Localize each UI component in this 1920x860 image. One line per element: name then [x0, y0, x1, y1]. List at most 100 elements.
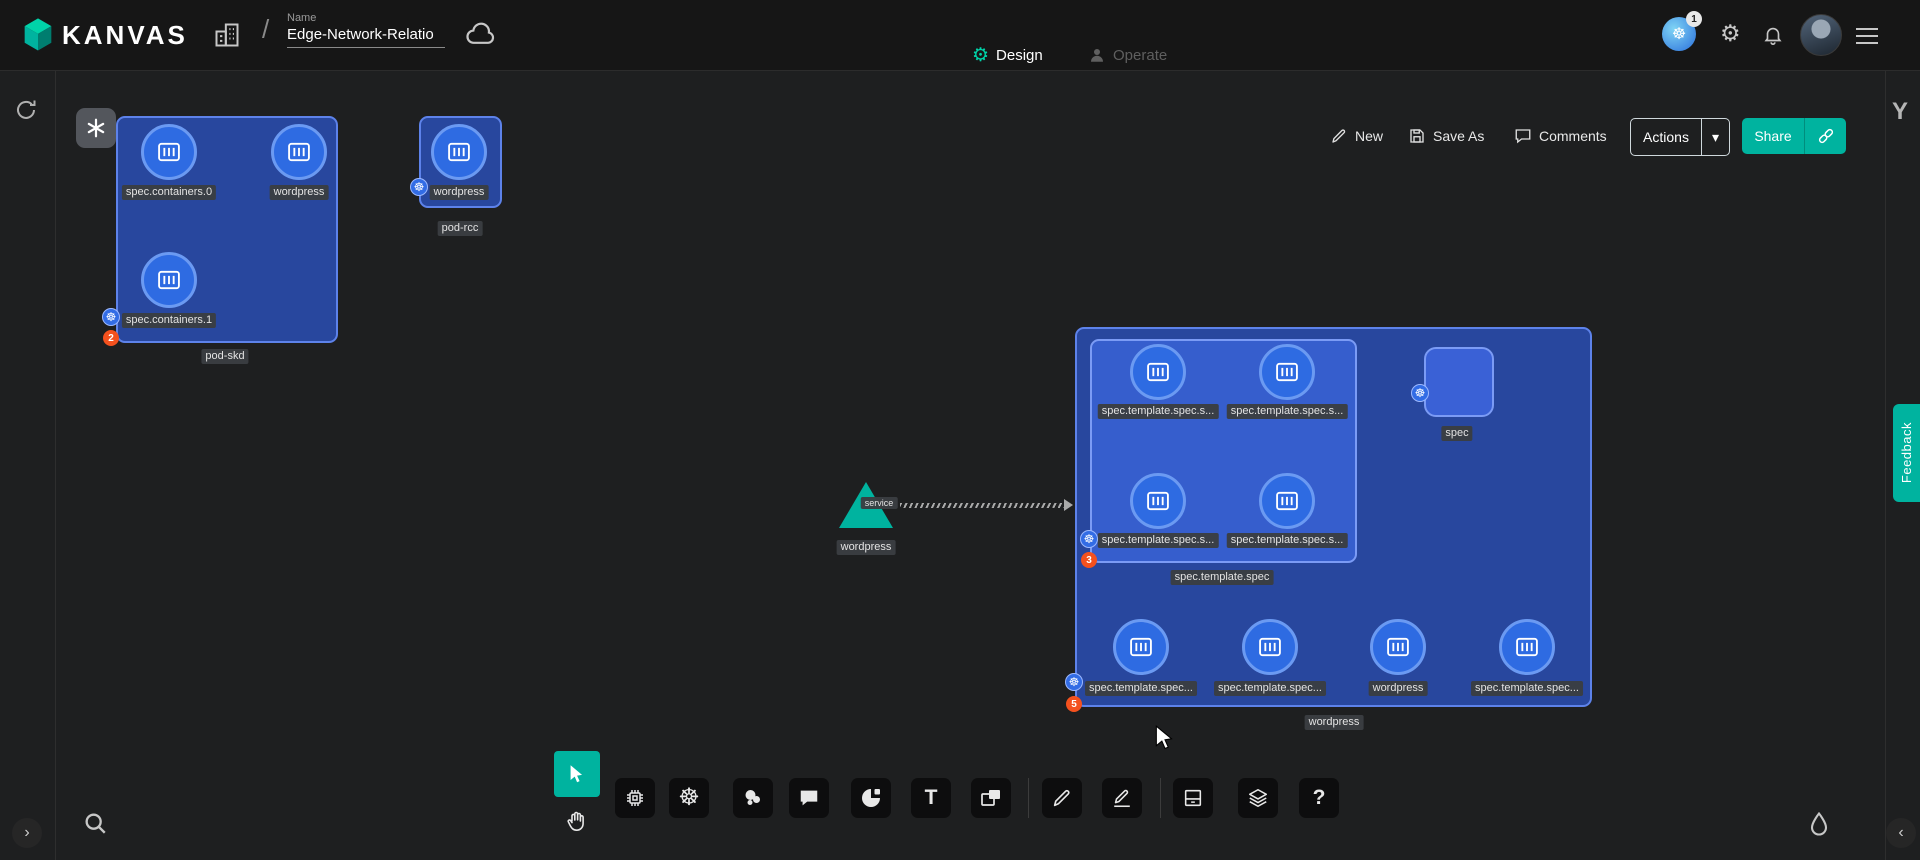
select-tool-button[interactable]: [554, 751, 600, 797]
building-icon[interactable]: [213, 21, 241, 49]
node-label: spec.template.spec...: [1471, 681, 1583, 696]
group-label-wordpress: wordpress: [1305, 715, 1364, 730]
kubernetes-badge[interactable]: ☸: [1411, 384, 1429, 402]
pan-tool-button[interactable]: [557, 801, 597, 841]
node-label: spec.containers.1: [122, 313, 216, 328]
kanvas-logo-icon[interactable]: [18, 15, 58, 55]
node-label: wordpress: [1369, 681, 1428, 696]
overlapping-rects-icon: [979, 786, 1003, 810]
node-template-container[interactable]: [1130, 344, 1186, 400]
node-spec-containers-0[interactable]: [141, 124, 197, 180]
cloud-save-icon[interactable]: [465, 22, 497, 48]
tab-operate[interactable]: Operate: [1088, 46, 1167, 64]
new-label: New: [1355, 128, 1383, 144]
question-icon: ?: [1313, 786, 1326, 810]
share-button[interactable]: Share: [1742, 118, 1804, 154]
node-wordpress-container[interactable]: [1370, 619, 1426, 675]
node-template-container[interactable]: [1130, 473, 1186, 529]
node-template-container[interactable]: [1259, 473, 1315, 529]
kanvas-app: KANVAS / Name ⚙ Design Operate ☸ 1 ⚙: [0, 0, 1920, 860]
user-avatar[interactable]: [1800, 14, 1842, 56]
comments-label: Comments: [1539, 128, 1607, 144]
kubernetes-badge[interactable]: ☸: [410, 178, 428, 196]
node-spec-containers-1[interactable]: [141, 252, 197, 308]
node-label: spec.template.spec.s...: [1098, 404, 1219, 419]
frames-tool-button[interactable]: [971, 778, 1011, 818]
settings-gear-icon[interactable]: ⚙: [1720, 20, 1741, 47]
kubernetes-badge[interactable]: ☸: [1065, 673, 1083, 691]
node-label: spec.template.spec.s...: [1098, 533, 1219, 548]
shapes-tool-button[interactable]: [733, 778, 773, 818]
layers-icon: [1247, 787, 1269, 809]
layers-tool-button[interactable]: [1238, 778, 1278, 818]
app-title: KANVAS: [62, 20, 188, 51]
node-label: spec.template.spec.s...: [1227, 533, 1348, 548]
kubernetes-icon: ☸: [678, 786, 700, 810]
comment-icon: [798, 787, 820, 809]
edge-service-to-deployment[interactable]: [900, 503, 1064, 508]
actions-button[interactable]: Actions: [1631, 119, 1701, 155]
pen-tool-button[interactable]: [1102, 778, 1142, 818]
copy-link-button[interactable]: [1804, 118, 1846, 154]
kubernetes-badge[interactable]: ☸: [1080, 530, 1098, 548]
sync-icon[interactable]: [14, 98, 38, 122]
expand-right-panel-chevron[interactable]: ‹: [1886, 818, 1916, 848]
save-as-button[interactable]: Save As: [1408, 127, 1484, 145]
comments-button[interactable]: Comments: [1514, 127, 1607, 145]
doodle-tool-button[interactable]: [851, 778, 891, 818]
mouse-cursor: [1152, 724, 1178, 750]
cursor-arrow-icon: [566, 763, 588, 785]
node-label: wordpress: [270, 185, 329, 200]
actions-label: Actions: [1643, 129, 1689, 145]
pencil-icon: [1330, 127, 1348, 145]
issue-count-badge[interactable]: 5: [1066, 696, 1082, 712]
kubernetes-tool-button[interactable]: ☸: [669, 778, 709, 818]
notifications-bell-icon[interactable]: [1762, 24, 1784, 46]
kubernetes-icon: ☸: [1069, 676, 1080, 688]
new-design-button[interactable]: New: [1330, 127, 1383, 145]
service-type-label: service: [861, 497, 898, 509]
link-icon: [1816, 126, 1836, 146]
save-icon: [1408, 127, 1426, 145]
node-label: wordpress: [837, 540, 896, 555]
left-rail: ›: [0, 70, 56, 860]
node-template-container[interactable]: [1113, 619, 1169, 675]
components-tool-button[interactable]: [615, 778, 655, 818]
actions-dropdown-button[interactable]: ▾: [1701, 119, 1729, 155]
chip-icon: [623, 786, 647, 810]
node-wordpress-container[interactable]: [271, 124, 327, 180]
group-label-pod-skd: pod-skd: [201, 349, 248, 364]
comment-tool-button[interactable]: [789, 778, 829, 818]
share-label: Share: [1754, 128, 1791, 144]
issue-count-badge[interactable]: 3: [1081, 552, 1097, 568]
kubernetes-badge[interactable]: ☸: [102, 308, 120, 326]
actions-split-button: Actions ▾: [1630, 118, 1730, 156]
ink-drop-icon[interactable]: [1805, 810, 1833, 838]
expand-left-panel-chevron[interactable]: ›: [12, 818, 42, 848]
issue-count-badge[interactable]: 2: [103, 330, 119, 346]
pacman-shapes-icon: [859, 786, 883, 810]
node-template-container[interactable]: [1499, 619, 1555, 675]
shapes-icon: [741, 786, 765, 810]
freehand-draw-tool-button[interactable]: [1042, 778, 1082, 818]
drawer-tool-button[interactable]: [1173, 778, 1213, 818]
node-wordpress-container[interactable]: [431, 124, 487, 180]
tab-design[interactable]: ⚙ Design: [972, 46, 1043, 65]
node-spec[interactable]: [1424, 347, 1494, 417]
quick-components-button[interactable]: [76, 108, 116, 148]
zoom-icon[interactable]: [82, 810, 110, 838]
node-template-container[interactable]: [1259, 344, 1315, 400]
name-label: Name: [287, 12, 445, 24]
text-tool-button[interactable]: T: [911, 778, 951, 818]
design-name-input[interactable]: [287, 26, 445, 48]
node-label: spec.template.spec...: [1085, 681, 1197, 696]
feedback-tab[interactable]: Feedback: [1893, 404, 1920, 502]
comment-icon: [1514, 127, 1532, 145]
group-label-spec-template-spec: spec.template.spec: [1171, 570, 1274, 585]
help-tool-button[interactable]: ?: [1299, 778, 1339, 818]
node-template-container[interactable]: [1242, 619, 1298, 675]
node-label: spec.template.spec.s...: [1227, 404, 1348, 419]
chevron-right-icon: ›: [24, 824, 29, 842]
menu-hamburger-icon[interactable]: [1856, 23, 1878, 49]
design-tab-label: Design: [996, 47, 1043, 64]
